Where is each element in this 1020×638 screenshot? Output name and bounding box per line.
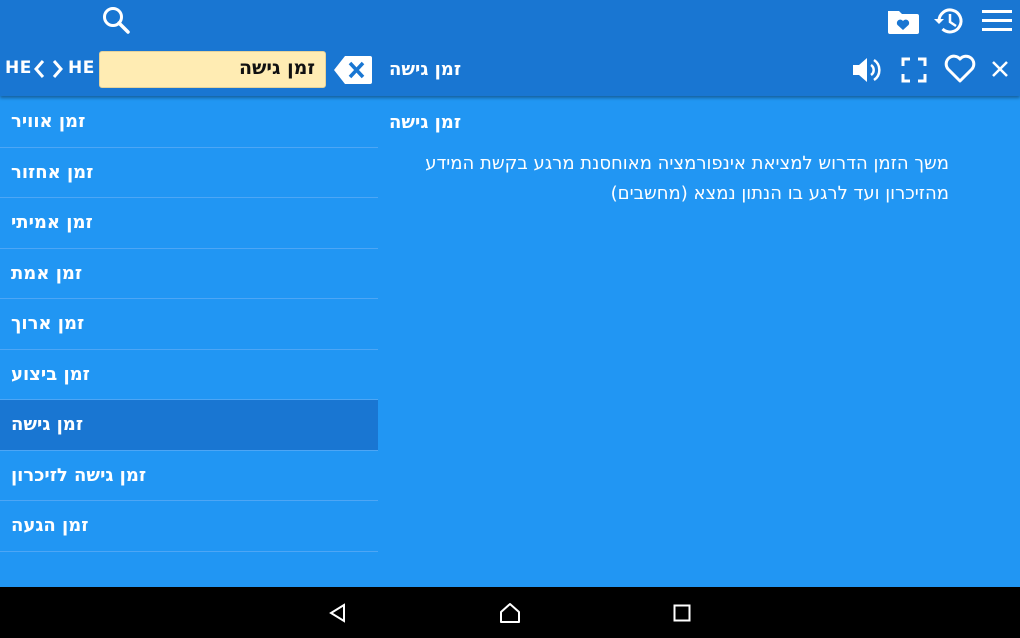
list-item-label: זמן ביצוע [11, 363, 90, 385]
back-icon[interactable] [328, 603, 348, 623]
menu-icon[interactable] [982, 8, 1012, 34]
list-item-label: זמן אמת [11, 262, 83, 284]
list-item[interactable]: זמן אוויר [0, 97, 378, 148]
close-icon[interactable] [991, 60, 1009, 78]
definition-panel: זמן גישה משך הזמן הדרוש למציאת אינפורמצי… [389, 112, 969, 209]
list-item[interactable]: זמן אחזור [0, 148, 378, 198]
list-item-label: זמן אחזור [11, 161, 94, 183]
list-item-label: זמן אמיתי [11, 212, 93, 233]
list-item[interactable]: זמן הגעה [0, 501, 378, 552]
current-word-title: זמן גישה [389, 59, 462, 80]
search-input[interactable]: זמן גישה [99, 51, 326, 88]
list-item-label: זמן גישה לזיכרון [11, 464, 147, 486]
list-item[interactable]: זמן אמיתי [0, 198, 378, 249]
definition-title: זמן גישה [389, 112, 462, 133]
heart-icon[interactable] [943, 54, 977, 84]
list-item[interactable]: זמן אמת [0, 249, 378, 299]
target-language[interactable]: HE [68, 58, 95, 78]
list-item-label: זמן הגעה [11, 515, 89, 536]
fullscreen-icon[interactable] [901, 57, 927, 83]
list-item-label: זמן אוויר [11, 111, 86, 132]
favorites-folder-icon[interactable] [886, 7, 920, 35]
home-icon[interactable] [499, 602, 521, 624]
word-list: זמן אוויר זמן אחזור זמן אמיתי זמן אמת זמ… [0, 97, 378, 552]
chevron-left-icon[interactable] [32, 58, 46, 80]
list-item-label: זמן ארוך [11, 313, 85, 334]
history-icon[interactable] [932, 5, 966, 37]
system-navigation-bar [0, 587, 1020, 638]
definition-text: משך הזמן הדרוש למציאת אינפורמציה מאוחסנת… [425, 153, 949, 204]
list-item-selected[interactable]: זמן גישה [0, 400, 378, 451]
search-icon[interactable] [101, 5, 131, 35]
speaker-icon[interactable] [851, 55, 883, 85]
recents-icon[interactable] [673, 604, 691, 622]
list-item[interactable]: זמן ארוך [0, 299, 378, 350]
chevron-right-icon[interactable] [51, 58, 65, 80]
source-language[interactable]: HE [5, 58, 32, 78]
list-item[interactable]: זמן ביצוע [0, 350, 378, 400]
list-item[interactable]: זמן גישה לזיכרון [0, 451, 378, 501]
list-item-label: זמן גישה [11, 414, 84, 435]
app-toolbar: HE HE זמן גישה זמן גישה [0, 0, 1020, 96]
backspace-clear-icon[interactable] [333, 55, 373, 85]
